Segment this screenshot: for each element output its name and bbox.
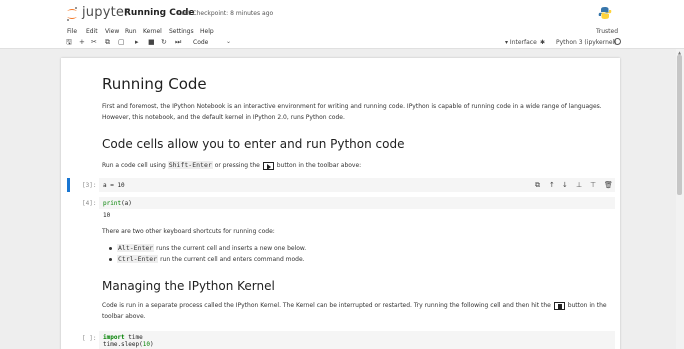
cell-prompt: [4]: bbox=[82, 200, 97, 207]
shift-enter-key: Shift-Enter bbox=[167, 161, 213, 169]
jupyter-brand[interactable]: jupyter bbox=[82, 5, 130, 20]
delete-cell-icon[interactable]: 🗑 bbox=[604, 181, 613, 189]
shortcuts-intro: There are two other keyboard shortcuts f… bbox=[102, 228, 275, 235]
cell-prompt: [3]: bbox=[82, 182, 97, 189]
bug-icon[interactable]: ✱ bbox=[540, 39, 545, 46]
code-line[interactable]: print(a) bbox=[103, 200, 132, 207]
page-title: Running Code bbox=[102, 75, 207, 93]
code-line[interactable]: time.sleep(10) bbox=[103, 341, 154, 348]
active-cell-indicator bbox=[67, 178, 70, 192]
insert-below-icon[interactable]: ⊤ bbox=[590, 181, 596, 189]
jupyter-logo-icon[interactable] bbox=[65, 6, 79, 22]
shortcut-desc: runs the current cell and inserts a new … bbox=[156, 245, 307, 252]
chevron-down-icon[interactable]: ⌄ bbox=[226, 38, 231, 45]
menu-kernel[interactable]: Kernel bbox=[143, 28, 162, 35]
run-text-mid: or pressing the bbox=[214, 162, 260, 169]
fast-forward-icon[interactable]: ⏭ bbox=[175, 38, 181, 47]
menu-help[interactable]: Help bbox=[200, 28, 214, 35]
code-line[interactable]: a = 10 bbox=[103, 182, 125, 189]
run-text-post: button in the toolbar above: bbox=[276, 162, 362, 169]
menu-bar: File Edit View Run Kernel Settings Help … bbox=[0, 27, 684, 37]
code-cell-input[interactable] bbox=[99, 197, 615, 209]
insert-above-icon[interactable]: ⊥ bbox=[576, 181, 582, 189]
kernel-paragraph: Code is run in a separate process called… bbox=[102, 300, 612, 322]
menu-file[interactable]: File bbox=[67, 28, 77, 35]
move-up-icon[interactable]: ↑ bbox=[549, 181, 555, 189]
run-instructions: Run a code cell using Shift-Enter or pre… bbox=[102, 160, 612, 171]
cut-icon[interactable]: ✂ bbox=[91, 38, 97, 47]
scroll-up-icon[interactable]: ▲ bbox=[678, 50, 681, 55]
interface-switcher[interactable]: ▾ Interface bbox=[505, 39, 537, 46]
copy-icon[interactable]: ⧉ bbox=[105, 38, 110, 47]
menu-view[interactable]: View bbox=[105, 28, 119, 35]
menu-run[interactable]: Run bbox=[125, 28, 137, 35]
run-text-pre: Run a code cell using bbox=[102, 162, 166, 169]
restart-icon[interactable]: ↻ bbox=[161, 38, 167, 47]
notebook-toolbar: 🖫 + ✂ ⧉ ▢ ▸ ■ ↻ ⏭ Code ⌄ ▾ Interface ✱ P… bbox=[0, 37, 684, 49]
duplicate-cell-icon[interactable]: ⧉ bbox=[535, 181, 540, 190]
cell-output: 10 bbox=[103, 212, 111, 219]
kernel-text-line2: above. bbox=[125, 313, 146, 320]
python-logo-icon bbox=[598, 7, 612, 19]
shortcut-list: Alt-Enter runs the current cell and inse… bbox=[109, 243, 306, 265]
cell-prompt: [ ]: bbox=[82, 335, 97, 342]
scrollbar-thumb[interactable] bbox=[677, 55, 682, 195]
kernel-name[interactable]: Python 3 (ipykernel) bbox=[556, 39, 617, 46]
checkpoint-status: Last Checkpoint: 8 minutes ago bbox=[178, 10, 274, 17]
run-icon[interactable]: ▸ bbox=[135, 38, 139, 47]
interface-label: Interface bbox=[509, 39, 537, 46]
stop-icon bbox=[553, 301, 565, 310]
code-line[interactable]: import time bbox=[103, 334, 143, 341]
list-item: Ctrl-Enter run the current cell and ente… bbox=[109, 254, 306, 265]
code-cell-input[interactable] bbox=[99, 331, 615, 349]
move-down-icon[interactable]: ↓ bbox=[562, 181, 568, 189]
list-item: Alt-Enter runs the current cell and inse… bbox=[109, 243, 306, 254]
kernel-status-icon bbox=[614, 38, 621, 45]
alt-enter-key: Alt-Enter bbox=[117, 244, 155, 252]
play-icon bbox=[262, 161, 274, 170]
section-heading-kernel: Managing the IPython Kernel bbox=[102, 279, 275, 293]
shortcut-desc: run the current cell and enters command … bbox=[160, 256, 305, 263]
stop-icon[interactable]: ■ bbox=[148, 38, 155, 47]
add-cell-icon[interactable]: + bbox=[79, 38, 85, 47]
trusted-indicator[interactable]: Trusted bbox=[596, 28, 618, 35]
save-icon[interactable]: 🖫 bbox=[66, 38, 72, 47]
intro-paragraph: First and foremost, the IPython Notebook… bbox=[102, 103, 602, 121]
section-heading-code-cells: Code cells allow you to enter and run Py… bbox=[102, 137, 405, 151]
kernel-text-pre: Code is run in a separate process called… bbox=[102, 302, 551, 309]
cell-type-select[interactable]: Code bbox=[193, 39, 208, 46]
ctrl-enter-key: Ctrl-Enter bbox=[117, 255, 159, 263]
top-bar: jupyter Running Code Last Checkpoint: 8 … bbox=[0, 0, 684, 27]
menu-edit[interactable]: Edit bbox=[86, 28, 98, 35]
menu-settings[interactable]: Settings bbox=[169, 28, 194, 35]
paste-icon[interactable]: ▢ bbox=[118, 38, 125, 47]
